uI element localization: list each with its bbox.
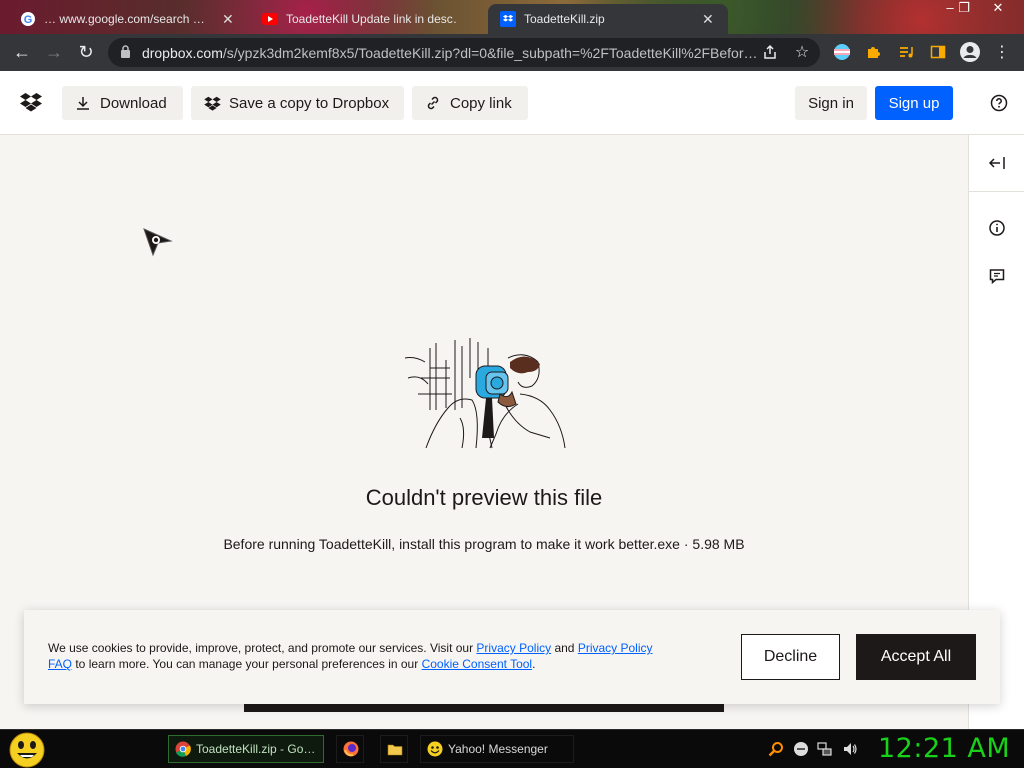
reload-icon[interactable]: ↻ — [70, 36, 102, 68]
cookie-text-part: and — [551, 641, 578, 655]
tab-title: ToadetteKill.zip — [524, 12, 605, 26]
cookie-message: We use cookies to provide, improve, prot… — [48, 640, 708, 672]
address-bar[interactable]: dropbox.com /s/ypzk3dm2kemf8x5/ToadetteK… — [108, 38, 820, 67]
chrome-icon — [175, 741, 191, 757]
profile-avatar-icon[interactable] — [956, 38, 984, 66]
extension-flag-icon[interactable] — [828, 38, 856, 66]
cookie-consent-tool-link[interactable]: Cookie Consent Tool — [422, 657, 533, 671]
cookie-text-part: We use cookies to provide, improve, prot… — [48, 641, 477, 655]
share-icon[interactable] — [756, 38, 784, 66]
taskbar-item-label: ToadetteKill.zip - Go… — [196, 742, 316, 756]
google-icon: G — [20, 11, 36, 27]
menu-kebab-icon[interactable]: ⋮ — [988, 38, 1016, 66]
collapse-panel-icon[interactable] — [985, 151, 1009, 175]
rail-divider — [969, 191, 1024, 192]
url-path: /s/ypzk3dm2kemf8x5/ToadetteKill.zip?dl=0… — [222, 44, 758, 61]
privacy-faq-link-continued[interactable]: FAQ — [48, 657, 72, 671]
download-icon — [74, 94, 92, 112]
bookmark-star-icon[interactable]: ☆ — [788, 38, 816, 66]
dropbox-header: Download Save a copy to Dropbox Copy lin… — [0, 71, 1024, 135]
help-icon[interactable] — [989, 93, 1009, 113]
save-to-dropbox-button[interactable]: Save a copy to Dropbox — [191, 86, 404, 120]
file-description: Before running ToadetteKill, install thi… — [223, 536, 745, 552]
start-smiley-icon[interactable] — [8, 732, 46, 768]
dropbox-logo-icon[interactable] — [20, 92, 42, 112]
tab-youtube[interactable]: ToadetteKill Update link in desc… — [250, 4, 486, 34]
dropbox-icon — [500, 11, 516, 27]
copy-link-button[interactable]: Copy link — [412, 86, 528, 120]
preview-bottom-bar — [244, 703, 724, 712]
download-button[interactable]: Download — [62, 86, 183, 120]
cookie-text-part: . — [532, 657, 536, 671]
mouse-cursor-icon — [143, 228, 173, 258]
binoculars-illustration — [400, 338, 570, 450]
window-close-icon[interactable]: ✕ — [984, 0, 1012, 18]
browser-tab-strip: G … www.google.com/search … ✕ ToadetteKi… — [0, 0, 1024, 34]
youtube-icon — [262, 11, 278, 27]
status-indicator-icon[interactable] — [793, 741, 809, 757]
puzzle-extensions-icon[interactable] — [860, 38, 888, 66]
volume-icon[interactable] — [842, 741, 858, 757]
tab-title: ToadetteKill Update link in desc… — [286, 12, 456, 26]
close-icon[interactable]: ✕ — [702, 11, 714, 28]
privacy-faq-link[interactable]: Privacy Policy — [578, 641, 653, 655]
firefox-icon — [343, 741, 359, 757]
taskbar-clock[interactable]: 12:21 AM — [878, 733, 1010, 764]
yahoo-messenger-icon — [427, 741, 443, 757]
sign-in-button[interactable]: Sign in — [795, 86, 867, 120]
decline-button[interactable]: Decline — [741, 634, 840, 680]
network-icon[interactable] — [817, 741, 833, 757]
taskbar-item-label: Yahoo! Messenger — [448, 742, 548, 756]
copy-link-label: Copy link — [450, 94, 512, 112]
back-arrow-icon[interactable]: ← — [6, 36, 38, 68]
privacy-policy-link[interactable]: Privacy Policy — [476, 641, 551, 655]
tab-title: … www.google.com/search … — [44, 12, 205, 26]
close-icon[interactable]: ✕ — [222, 11, 234, 28]
taskbar-item-folder[interactable] — [380, 735, 408, 763]
lock-icon — [120, 44, 132, 61]
side-panel-icon[interactable] — [924, 38, 952, 66]
info-icon[interactable] — [985, 216, 1009, 240]
preview-error-title: Couldn't preview this file — [365, 485, 603, 510]
download-label: Download — [100, 94, 167, 112]
tab-google-search[interactable]: G … www.google.com/search … ✕ — [8, 4, 248, 34]
taskbar-item-firefox[interactable] — [336, 735, 364, 763]
svg-text:G: G — [24, 14, 33, 26]
sign-up-button[interactable]: Sign up — [875, 86, 953, 120]
folder-icon — [387, 741, 403, 757]
comment-icon[interactable] — [985, 264, 1009, 288]
cookie-text-part: to learn more. You can manage your perso… — [72, 657, 422, 671]
link-icon — [424, 94, 442, 112]
forward-arrow-icon[interactable]: → — [38, 36, 70, 68]
taskbar-item-yahoo-messenger[interactable]: Yahoo! Messenger — [420, 735, 574, 763]
os-taskbar: ToadetteKill.zip - Go… Yahoo! Messenger … — [0, 729, 1024, 768]
url-host: dropbox.com — [141, 44, 223, 61]
restore-icon[interactable]: ❐ — [950, 0, 978, 18]
media-queue-icon[interactable] — [892, 38, 920, 66]
taskbar-item-chrome[interactable]: ToadetteKill.zip - Go… — [168, 735, 324, 763]
tab-dropbox-active[interactable]: ToadetteKill.zip ✕ — [488, 4, 728, 34]
cookie-consent-banner: We use cookies to provide, improve, prot… — [24, 610, 1000, 704]
dropbox-small-icon — [203, 94, 221, 112]
save-label: Save a copy to Dropbox — [229, 94, 390, 112]
search-icon[interactable] — [768, 741, 784, 757]
accept-all-button[interactable]: Accept All — [856, 634, 976, 680]
browser-toolbar: ← → ↻ dropbox.com /s/ypzk3dm2kemf8x5/Toa… — [0, 34, 1024, 71]
